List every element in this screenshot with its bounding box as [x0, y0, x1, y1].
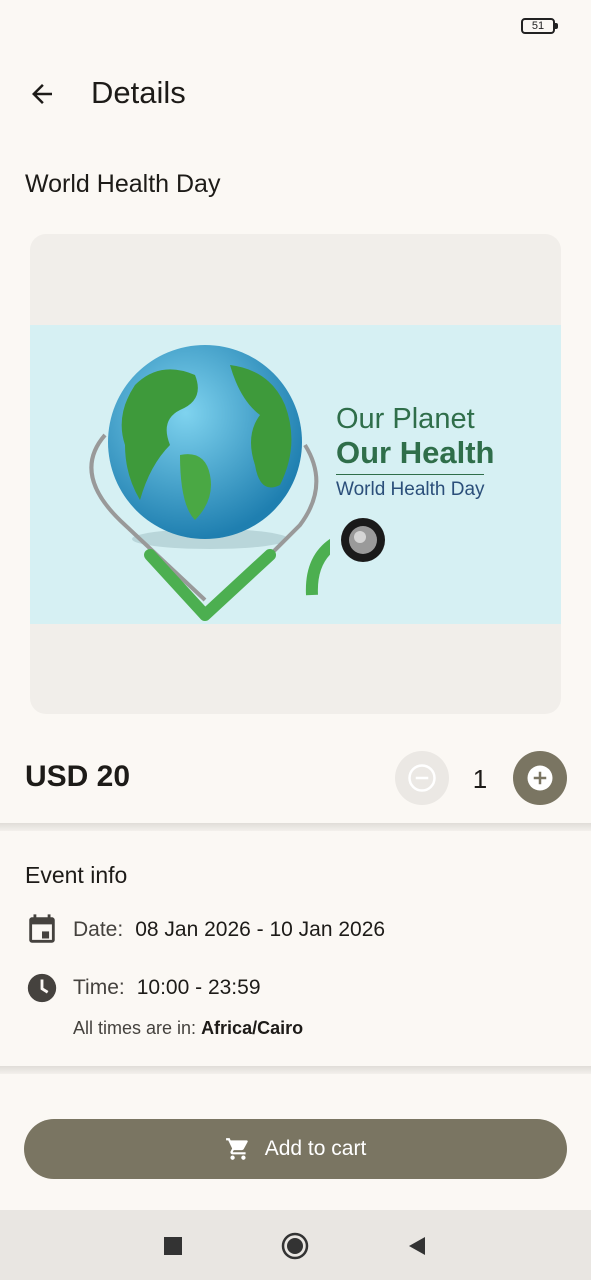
event-title: World Health Day [25, 170, 221, 198]
calendar-icon [25, 913, 59, 947]
add-to-cart-label: Add to cart [264, 1137, 367, 1160]
system-back-button[interactable] [402, 1231, 432, 1261]
decrease-quantity-button[interactable] [395, 751, 449, 805]
cart-icon [225, 1136, 251, 1162]
event-info-heading: Event info [25, 862, 128, 888]
section-divider [0, 823, 591, 831]
increase-quantity-button[interactable] [513, 751, 567, 805]
system-nav-bar [0, 1210, 591, 1280]
event-image-card: Our Planet Our Health World Health Day [30, 234, 561, 714]
timezone-note: All times are in: Africa/Cairo [73, 1018, 303, 1039]
back-button[interactable] [20, 72, 64, 116]
stethoscope-chestpiece-icon [341, 518, 385, 562]
banner-line-2: Our Health [336, 435, 495, 470]
minus-circle-icon [408, 764, 436, 792]
recents-button[interactable] [158, 1231, 188, 1261]
triangle-back-icon [409, 1237, 425, 1255]
plus-circle-icon [527, 765, 553, 791]
banner-divider [336, 474, 484, 475]
price-label: USD 20 [25, 760, 131, 793]
time-row: Time: 10:00 - 23:59 [25, 971, 261, 1005]
banner-line-1: Our Planet [336, 403, 475, 435]
banner-line-3: World Health Day [336, 479, 485, 500]
battery-level: 51 [531, 20, 545, 32]
app-bar: Details [0, 60, 591, 126]
status-bar: 51 [0, 0, 591, 52]
arrow-left-icon [32, 84, 52, 104]
home-button[interactable] [280, 1231, 310, 1261]
timezone-prefix: All times are in: [73, 1018, 197, 1038]
circle-icon [281, 1232, 309, 1260]
time-value: 10:00 - 23:59 [136, 976, 261, 999]
timezone-value: Africa/Cairo [201, 1018, 304, 1038]
event-banner-image: Our Planet Our Health World Health Day [30, 325, 561, 624]
clock-icon [25, 971, 59, 1005]
date-row: Date: 08 Jan 2026 - 10 Jan 2026 [25, 913, 385, 947]
time-label: Time: [73, 976, 125, 999]
section-divider [0, 1066, 591, 1074]
banner-text: Our Planet Our Health World Health Day [336, 403, 494, 501]
add-to-cart-button[interactable]: Add to cart [24, 1119, 567, 1179]
date-value: 08 Jan 2026 - 10 Jan 2026 [135, 918, 386, 941]
globe-stethoscope-illustration [89, 345, 343, 621]
battery-icon: 51 [521, 18, 558, 34]
date-label: Date: [73, 918, 124, 941]
page-title: Details [91, 75, 186, 110]
quantity-value: 1 [472, 764, 488, 794]
square-icon [164, 1237, 182, 1255]
